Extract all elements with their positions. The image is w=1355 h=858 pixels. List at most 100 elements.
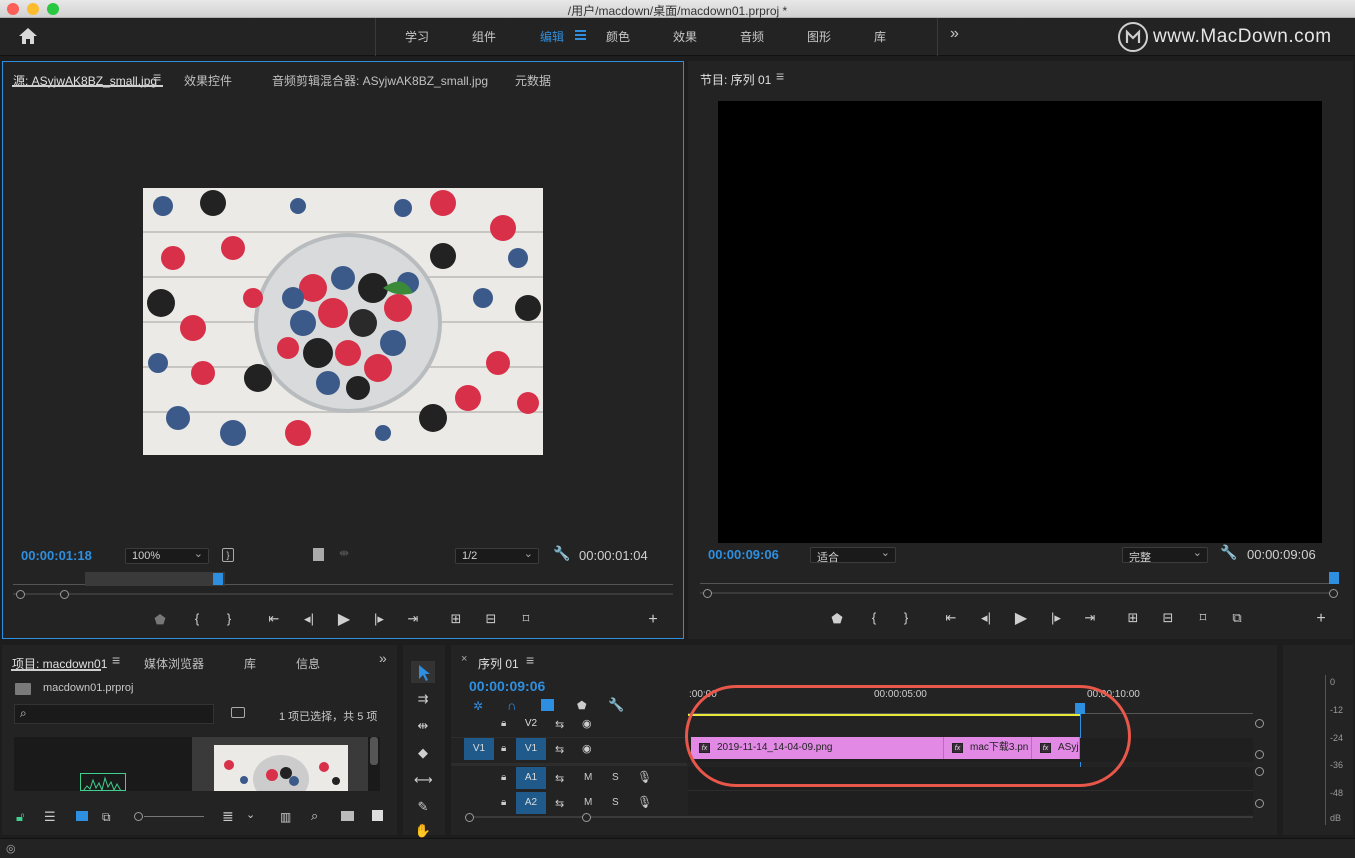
program-playhead[interactable]: [1329, 572, 1339, 584]
sort-dropdown-chevron-icon[interactable]: ⌄: [246, 808, 255, 821]
a1-mic-icon[interactable]: 🎙︎: [637, 770, 652, 784]
a2-mute-button[interactable]: M: [584, 797, 592, 808]
a1-track-label[interactable]: A1: [516, 767, 546, 789]
source-zoom-scrollbar[interactable]: [13, 593, 673, 595]
a2-lock-icon[interactable]: 🔒︎: [501, 797, 506, 808]
creative-cloud-icon[interactable]: ◎: [6, 842, 16, 855]
nest-toggle-icon[interactable]: ✲: [473, 699, 483, 713]
program-go-to-in-icon[interactable]: ⇤: [942, 610, 960, 626]
a1-sync-icon[interactable]: ⇆: [555, 772, 564, 785]
workspace-menu-icon[interactable]: [575, 30, 586, 40]
program-export-frame-icon[interactable]: ⌑: [1194, 610, 1212, 626]
program-add-button-icon[interactable]: +: [1312, 610, 1330, 628]
icon-view-icon[interactable]: [76, 811, 88, 821]
hand-tool-icon[interactable]: ✋: [414, 823, 432, 839]
tab-media-browser[interactable]: 媒体浏览器: [144, 655, 204, 672]
workspace-tab-editing[interactable]: 编辑: [540, 28, 564, 45]
workspace-tab-learn[interactable]: 学习: [405, 28, 429, 45]
source-mark-in-icon[interactable]: {: [188, 611, 206, 626]
pen-tool-icon[interactable]: ✎: [414, 799, 432, 815]
source-play-icon[interactable]: ▶: [335, 609, 353, 629]
drag-video-icon[interactable]: [313, 548, 324, 561]
project-search-input[interactable]: ⌕: [14, 704, 214, 724]
program-panel-title[interactable]: 节目: 序列 01: [700, 71, 771, 88]
program-lift-icon[interactable]: ⊞: [1124, 610, 1142, 626]
program-mark-in-icon[interactable]: {: [865, 610, 883, 625]
v1-sync-icon[interactable]: ⇆: [555, 743, 564, 756]
timeline-settings-wrench-icon[interactable]: 🔧: [608, 697, 624, 713]
new-bin-icon[interactable]: [341, 811, 354, 821]
a2-mic-icon[interactable]: 🎙︎: [637, 795, 652, 809]
tab-effect-controls[interactable]: 效果控件: [184, 72, 232, 89]
automate-to-sequence-icon[interactable]: ▥: [280, 810, 291, 824]
v2-eye-icon[interactable]: ◉: [582, 717, 592, 730]
source-playhead[interactable]: [213, 573, 223, 585]
track-select-tool-icon[interactable]: ⇉: [414, 691, 432, 707]
a2-track-label[interactable]: A2: [516, 792, 546, 814]
timeline-close-icon[interactable]: ×: [461, 653, 467, 665]
workspace-tab-libraries[interactable]: 库: [874, 28, 886, 45]
source-overwrite-icon[interactable]: ⊟: [482, 611, 500, 627]
timeline-current-timecode[interactable]: 00:00:09:06: [469, 678, 545, 694]
a2-sync-icon[interactable]: ⇆: [555, 797, 564, 810]
freeform-view-icon[interactable]: ⧉: [102, 810, 111, 825]
list-view-icon[interactable]: ☰: [44, 809, 56, 825]
source-step-back-icon[interactable]: ◂|: [300, 611, 318, 627]
audio-vscroll-top-handle[interactable]: [1255, 767, 1264, 776]
timeline-sequence-tab[interactable]: 序列 01: [478, 655, 519, 672]
tab-info[interactable]: 信息: [296, 655, 320, 672]
program-extract-icon[interactable]: ⊟: [1159, 610, 1177, 626]
v1-track-label[interactable]: V1: [516, 738, 546, 760]
linked-selection-icon[interactable]: [541, 699, 554, 711]
timeline-hscroll-start-handle[interactable]: [465, 813, 474, 822]
program-scroll-start-handle[interactable]: [703, 589, 712, 598]
tab-libraries[interactable]: 库: [244, 655, 256, 672]
sequence-thumbnail[interactable]: [80, 773, 126, 791]
a2-solo-button[interactable]: S: [612, 797, 619, 808]
snap-magnet-icon[interactable]: ∩: [507, 698, 516, 713]
source-insert-icon[interactable]: ⊞: [447, 611, 465, 627]
workspace-tab-assembly[interactable]: 组件: [472, 28, 496, 45]
program-comparison-view-icon[interactable]: ⧉: [1228, 610, 1246, 626]
new-item-icon[interactable]: [372, 810, 383, 821]
source-settings-wrench-icon[interactable]: 🔧: [553, 545, 570, 562]
timeline-hscroll-end-handle[interactable]: [582, 813, 591, 822]
program-add-marker-icon[interactable]: ⬟: [828, 611, 846, 627]
workspace-tab-graphics[interactable]: 图形: [807, 28, 831, 45]
program-scroll-end-handle[interactable]: [1329, 589, 1338, 598]
program-time-ruler[interactable]: [700, 583, 1336, 584]
lock-icon[interactable]: 🔓︎: [16, 809, 24, 825]
fit-toggle-icon[interactable]: }: [222, 548, 234, 562]
source-export-frame-icon[interactable]: ⌑: [517, 611, 535, 627]
source-current-timecode[interactable]: 00:00:01:18: [21, 548, 92, 563]
source-resolution-dropdown[interactable]: 1/2: [455, 547, 539, 564]
workspace-overflow-button[interactable]: »: [950, 25, 959, 43]
a1-lock-icon[interactable]: 🔒︎: [501, 772, 506, 783]
source-scroll-end-handle[interactable]: [60, 590, 69, 599]
v1-lock-icon[interactable]: 🔒︎: [501, 743, 506, 754]
v1-source-patch[interactable]: V1: [464, 738, 494, 760]
thumbnail-size-slider-handle[interactable]: [134, 812, 143, 821]
program-fit-dropdown[interactable]: 适合: [810, 546, 896, 564]
sort-icon[interactable]: ≣: [222, 808, 234, 825]
workspace-tab-color[interactable]: 颜色: [606, 28, 630, 45]
source-add-marker-icon[interactable]: ⬟: [151, 612, 169, 628]
source-go-to-in-icon[interactable]: ⇤: [265, 611, 283, 627]
selection-tool-icon[interactable]: [411, 661, 435, 683]
timeline-tab-menu-icon[interactable]: ≡: [526, 652, 534, 668]
ripple-edit-tool-icon[interactable]: ⇹: [414, 718, 432, 734]
image-thumbnail-selected[interactable]: [192, 737, 368, 791]
source-in-out-range[interactable]: [85, 572, 225, 586]
video-vscroll-top-handle[interactable]: [1255, 719, 1264, 728]
source-zoom-dropdown[interactable]: 100%: [125, 547, 209, 564]
razor-tool-icon[interactable]: ◆: [414, 745, 432, 761]
project-overflow-icon[interactable]: »: [379, 650, 387, 666]
program-current-timecode[interactable]: 00:00:09:06: [708, 547, 779, 562]
program-play-icon[interactable]: ▶: [1012, 608, 1030, 628]
tab-metadata[interactable]: 元数据: [515, 72, 551, 89]
project-tab-menu-icon[interactable]: ≡: [112, 652, 120, 668]
v2-track-label[interactable]: V2: [516, 713, 546, 735]
program-zoom-scrollbar[interactable]: [700, 592, 1336, 594]
program-tab-menu-icon[interactable]: ≡: [776, 68, 784, 84]
workspace-tab-effects[interactable]: 效果: [673, 28, 697, 45]
